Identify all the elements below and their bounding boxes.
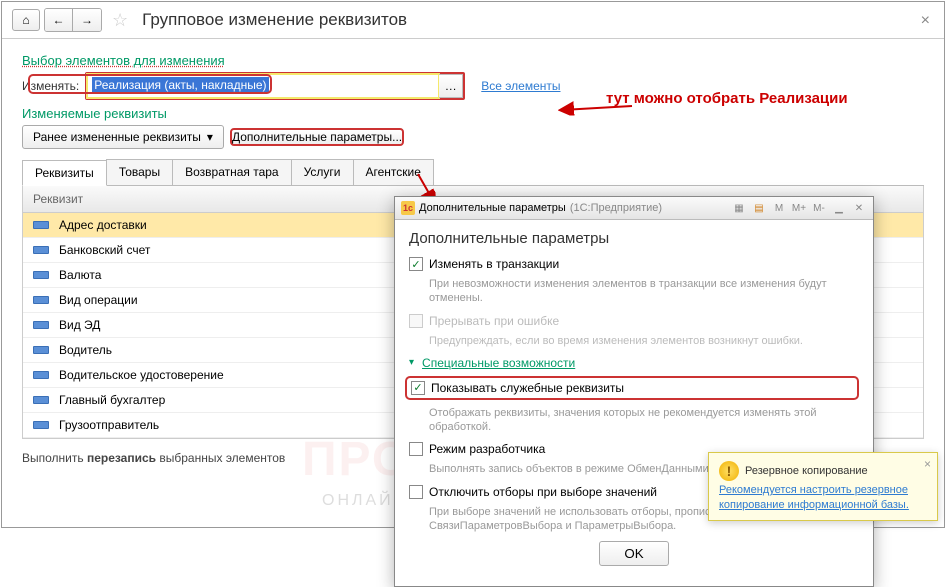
special-section-link[interactable]: Специальные возможности (422, 356, 575, 370)
popup-close-icon[interactable]: ✕ (851, 200, 867, 216)
change-input[interactable]: Реализация (акты, накладные) (87, 74, 439, 98)
extra-params-button[interactable]: Дополнительные параметры... (230, 128, 404, 146)
history-button[interactable]: Ранее измененные реквизиты ▾ (22, 125, 224, 149)
all-elements-link[interactable]: Все элементы (481, 79, 560, 93)
field-icon (33, 221, 49, 229)
section-select-title: Выбор элементов для изменения (22, 53, 924, 68)
change-input-picker[interactable]: … (439, 74, 463, 98)
page-title: Групповое изменение реквизитов (142, 10, 407, 30)
field-icon (33, 296, 49, 304)
warning-icon: ! (719, 461, 739, 481)
extra-params-label: Дополнительные параметры... (232, 130, 402, 144)
change-label: Изменять: (22, 79, 79, 93)
calendar-icon[interactable]: ▤ (751, 200, 767, 216)
close-icon[interactable]: × (921, 12, 930, 30)
backup-notification: × ! Резервное копирование Рекомендуется … (708, 452, 938, 521)
field-icon (33, 371, 49, 379)
filt-checkbox[interactable] (409, 485, 423, 499)
field-icon (33, 246, 49, 254)
abort-check-label: Прерывать при ошибке (429, 314, 559, 328)
change-input-wrap: Реализация (акты, накладные) … (85, 72, 465, 100)
popup-minimize-icon[interactable]: ▁ (831, 200, 847, 216)
popup-titlebar: 1c Дополнительные параметры (1С:Предприя… (395, 197, 873, 220)
field-icon (33, 346, 49, 354)
tx-hint: При невозможности изменения элементов в … (429, 277, 859, 306)
home-button[interactable]: ⌂ (12, 9, 40, 31)
section-props-title: Изменяемые реквизиты (22, 106, 924, 121)
tab-requisites[interactable]: Реквизиты (22, 160, 107, 186)
change-input-value: Реализация (акты, накладные) (92, 77, 268, 93)
svc-hint: Отображать реквизиты, значения которых н… (429, 406, 859, 435)
m-icon[interactable]: M (771, 200, 787, 216)
svc-checkbox[interactable]: ✓ (411, 381, 425, 395)
chevron-down-icon: ▾ (207, 130, 213, 144)
history-button-label: Ранее измененные реквизиты (33, 130, 201, 144)
tx-checkbox[interactable]: ✓ (409, 257, 423, 271)
m-plus-icon[interactable]: M+ (791, 200, 807, 216)
collapse-caret-icon[interactable]: ▾ (409, 357, 414, 368)
tab-agent[interactable]: Агентские (353, 159, 434, 185)
calc-icon[interactable]: ▦ (731, 200, 747, 216)
popup-title: Дополнительные параметры (409, 230, 859, 247)
extra-params-popup: 1c Дополнительные параметры (1С:Предприя… (394, 196, 874, 587)
filt-check-label: Отключить отборы при выборе значений (429, 485, 657, 499)
favorite-star-icon[interactable]: ☆ (112, 10, 128, 31)
notif-title-text: Резервное копирование (745, 465, 868, 477)
dev-check-label: Режим разработчика (429, 442, 545, 456)
ok-button[interactable]: OK (599, 541, 668, 566)
tab-goods[interactable]: Товары (106, 159, 173, 185)
notif-link[interactable]: Рекомендуется настроить резервное копиро… (719, 483, 927, 512)
app-logo-icon: 1c (401, 201, 415, 215)
field-icon (33, 321, 49, 329)
abort-checkbox (409, 314, 423, 328)
svc-check-label: Показывать служебные реквизиты (431, 381, 624, 395)
field-icon (33, 396, 49, 404)
field-icon (33, 271, 49, 279)
abort-hint: Предупреждать, если во время изменения э… (429, 334, 859, 348)
back-button[interactable]: ← (45, 9, 73, 31)
tx-check-label: Изменять в транзакции (429, 257, 559, 271)
dev-checkbox[interactable] (409, 442, 423, 456)
notif-close-icon[interactable]: × (924, 457, 931, 471)
m-minus-icon[interactable]: M- (811, 200, 827, 216)
annotation-callout: тут можно отобрать Реализации (606, 90, 848, 107)
tab-return[interactable]: Возвратная тара (172, 159, 292, 185)
tab-services[interactable]: Услуги (291, 159, 354, 185)
field-icon (33, 421, 49, 429)
popup-app-name: (1С:Предприятие) (570, 202, 662, 214)
nav-group: ← → (44, 8, 102, 32)
popup-window-title: Дополнительные параметры (419, 202, 566, 214)
tabs: Реквизиты Товары Возвратная тара Услуги … (22, 159, 924, 186)
forward-button[interactable]: → (73, 9, 101, 31)
